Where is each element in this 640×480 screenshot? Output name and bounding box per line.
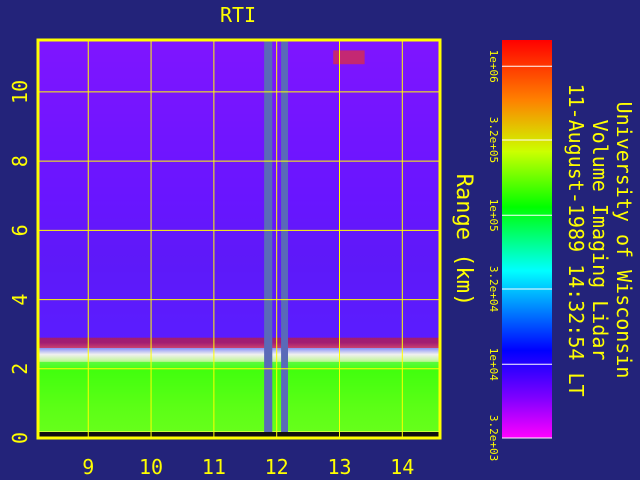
colorbar-tick-label: 3.2e+05 xyxy=(487,117,500,163)
instrument-label: Volume Imaging Lidar xyxy=(588,120,612,361)
colorbar-tick-label: 1e+04 xyxy=(487,348,500,381)
y-axis-ticks: 0 2 4 6 8 10 xyxy=(8,80,32,444)
heatmap-features xyxy=(38,40,440,432)
colorbar-gradient xyxy=(502,40,552,438)
x-tick-label: 14 xyxy=(390,455,414,479)
colorbar-tick-label: 1e+06 xyxy=(487,50,500,83)
heatmap-feature-0 xyxy=(38,337,440,349)
heatmap-feature-2 xyxy=(38,40,440,338)
x-tick-label: 10 xyxy=(139,455,163,479)
x-tick-label: 9 xyxy=(82,455,94,479)
chart-title: RTI xyxy=(220,3,256,27)
plot-area xyxy=(36,38,442,440)
x-tick-label: 13 xyxy=(327,455,351,479)
y-tick-label: 6 xyxy=(8,224,32,236)
x-tick-label: 11 xyxy=(202,455,226,479)
data-gap-1 xyxy=(281,40,288,438)
y-axis-label: Range (km) xyxy=(451,174,476,306)
y-tick-label: 0 xyxy=(8,432,32,444)
y-tick-label: 10 xyxy=(8,80,32,104)
x-axis-ticks: 9 10 11 12 13 14 xyxy=(82,455,414,479)
heatmap-feature-3 xyxy=(333,50,365,65)
colorbar-tick-label: 3.2e+04 xyxy=(487,266,500,313)
institution-label: University of Wisconsin xyxy=(612,102,636,379)
x-tick-label: 12 xyxy=(265,455,289,479)
colorbar-tick-label: 3.2e+03 xyxy=(487,415,500,461)
rti-figure: 9 10 11 12 13 14 0 2 4 6 8 10 RTI Range (km) 1e+06… xyxy=(8,3,636,479)
colorbar: 1e+06 3.2e+05 1e+05 3.2e+04 1e+04 3.2e+03 xyxy=(487,40,552,461)
y-tick-label: 2 xyxy=(8,363,32,375)
data-gap-0 xyxy=(264,40,273,438)
colorbar-tick-label: 1e+05 xyxy=(487,199,500,232)
heatmap-feature-1 xyxy=(38,361,440,432)
y-tick-label: 8 xyxy=(8,155,32,167)
timestamp-label: 11-August-1989 14:32:54 LT xyxy=(564,83,588,396)
y-tick-label: 4 xyxy=(8,294,32,306)
